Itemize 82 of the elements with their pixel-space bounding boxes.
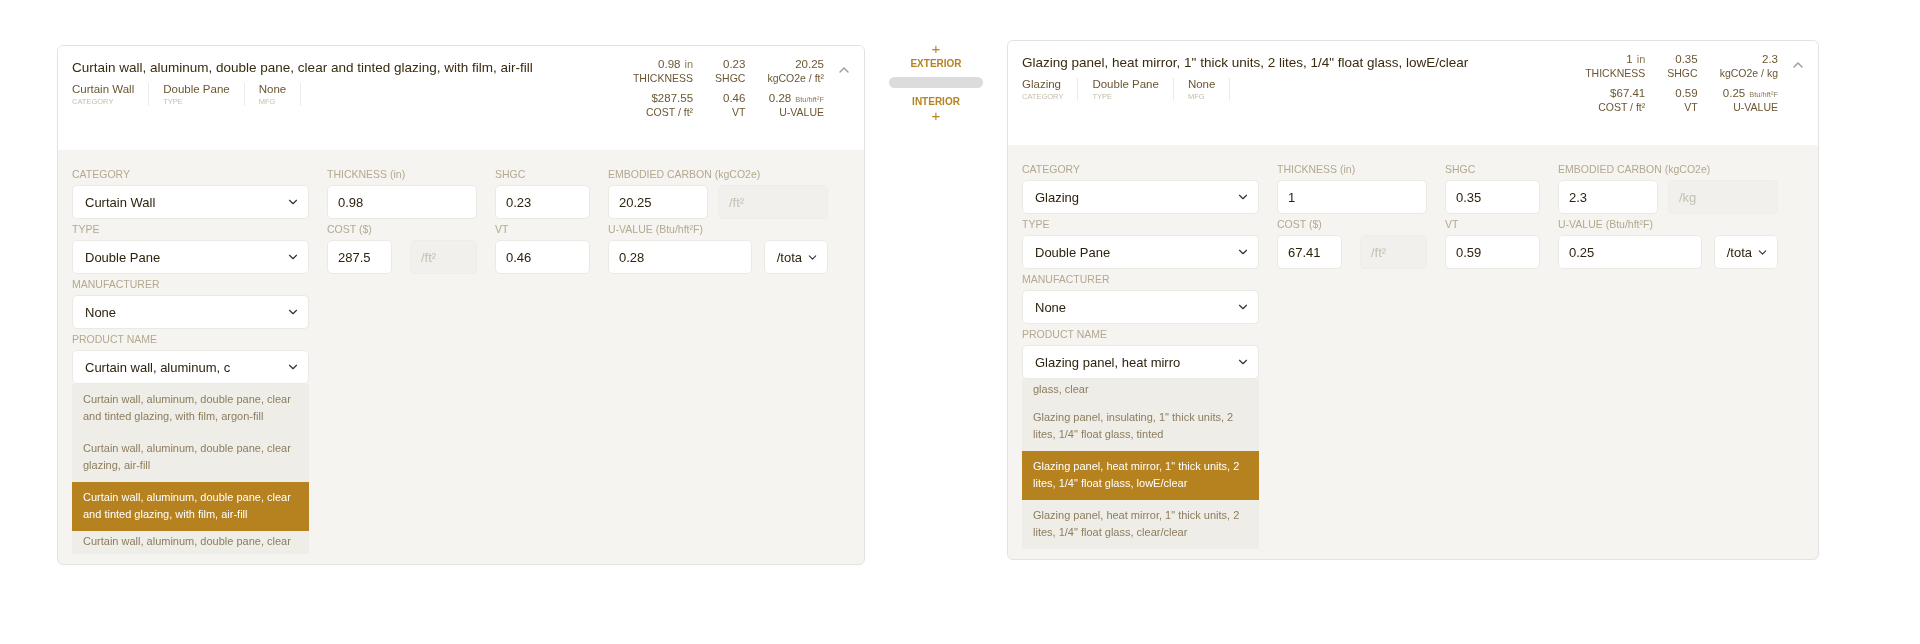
input-field[interactable]: 2.3	[1558, 180, 1658, 214]
dropdown-option[interactable]: glass, clear	[1022, 379, 1259, 402]
field-label: VT	[1445, 218, 1460, 230]
dropdown[interactable]: Glazing panel, heat mirro	[1022, 345, 1259, 379]
metric-label: SHGC	[715, 72, 746, 84]
unit-dropdown[interactable]: /tota	[1713, 235, 1778, 269]
unit-field: /ft²	[718, 185, 828, 219]
field-label: SHGC	[1445, 163, 1477, 175]
field-label: EMBODIED CARBON (kgCO2e)	[1558, 163, 1712, 175]
field-label: U-VALUE (Btu/hft²F)	[1558, 218, 1654, 230]
metric-value: 0.46	[723, 92, 746, 104]
unit-field: /kg	[1668, 180, 1778, 214]
field-label: CATEGORY	[72, 168, 131, 180]
field-label: THICKNESS (in)	[1277, 163, 1357, 175]
dropdown-option[interactable]: Glazing panel, insulating, 1" thick units, 2 lites, 1/4" float glass, tinted	[1022, 402, 1259, 451]
metric-value: 2.3	[1762, 53, 1778, 65]
input-field[interactable]: 0.46	[495, 240, 590, 274]
metric-value: 0.59	[1675, 87, 1698, 99]
dropdown[interactable]: Curtain Wall	[72, 185, 309, 219]
input-field[interactable]: 0.98	[327, 185, 477, 219]
metric-label: kgCO2e / kg	[1719, 67, 1778, 79]
dropdown[interactable]: None	[1022, 290, 1259, 324]
metric-label: COST / ft²	[1598, 101, 1646, 113]
dropdown[interactable]: Double Pane	[72, 240, 309, 274]
metric-label: U-VALUE	[779, 106, 824, 118]
input-field[interactable]: 20.25	[608, 185, 708, 219]
field-label: MANUFACTURER	[1022, 273, 1111, 285]
field-label: PRODUCT NAME	[1022, 328, 1108, 340]
tag-value: None	[1187, 78, 1216, 90]
metric-label: VT	[731, 106, 746, 118]
metric-value: 0.35	[1675, 53, 1698, 65]
field-label: VT	[495, 223, 510, 235]
metric-label: VT	[1684, 101, 1698, 113]
field-label: CATEGORY	[1022, 163, 1081, 175]
tag-value: None	[258, 83, 287, 95]
field-label: COST ($)	[1277, 218, 1323, 230]
field-label: TYPE	[72, 223, 101, 235]
unit-field: /ft²	[1360, 235, 1427, 269]
metric-label: U-VALUE	[1733, 101, 1778, 113]
field-label: THICKNESS (in)	[327, 168, 407, 180]
dropdown[interactable]: Double Pane	[1022, 235, 1259, 269]
input-field[interactable]: 287.5	[327, 240, 392, 274]
metric-label: THICKNESS	[1585, 67, 1646, 79]
input-field[interactable]: 0.23	[495, 185, 590, 219]
tag-value: Double Pane	[1092, 78, 1159, 90]
unit-dropdown[interactable]: /tota	[763, 240, 828, 274]
field-label: EMBODIED CARBON (kgCO2e)	[608, 168, 762, 180]
card-title: Curtain wall, aluminum, double pane, clear and tinted glazing, with film, air-fill	[72, 59, 534, 75]
field-label: COST ($)	[327, 223, 373, 235]
input-field[interactable]: 0.59	[1445, 235, 1540, 269]
dropdown-option[interactable]: Curtain wall, aluminum, double pane, clear glazing, air-fill	[72, 433, 309, 482]
dropdown-option[interactable]: Curtain wall, aluminum, double pane, clear and tinted glazing, with film, argon-fill	[72, 384, 309, 433]
metric-label: kgCO2e / ft²	[767, 72, 824, 84]
field-label: PRODUCT NAME	[72, 333, 158, 345]
input-field[interactable]: 67.41	[1277, 235, 1342, 269]
field-label: U-VALUE (Btu/hft²F)	[608, 223, 704, 235]
input-field[interactable]: 0.25	[1558, 235, 1702, 269]
input-field[interactable]: 0.28	[608, 240, 752, 274]
tag-value: Double Pane	[163, 83, 230, 95]
tag-value: Curtain Wall	[72, 83, 135, 95]
input-field[interactable]: 1	[1277, 180, 1427, 214]
unit-field: /ft²	[410, 240, 477, 274]
input-field[interactable]: 0.35	[1445, 180, 1540, 214]
dropdown[interactable]: Curtain wall, aluminum, c	[72, 350, 309, 384]
dropdown-option[interactable]: Curtain wall, aluminum, double pane, clear	[72, 531, 309, 554]
dropdown[interactable]: None	[72, 295, 309, 329]
field-label: MANUFACTURER	[72, 278, 161, 290]
metric-label: SHGC	[1667, 67, 1698, 79]
card-title: Glazing panel, heat mirror, 1" thick units, 2 lites, 1/4" float glass, lowE/clear	[1022, 54, 1470, 70]
metric-label: COST / ft²	[646, 106, 694, 118]
metric-value: 20.25	[795, 58, 824, 70]
dropdown-option[interactable]: Glazing panel, heat mirror, 1" thick units, 2 lites, 1/4" float glass, clear/clear	[1022, 500, 1259, 549]
field-label: TYPE	[1022, 218, 1051, 230]
metric-value: 0.98 in	[658, 58, 694, 70]
metric-value: 0.23	[723, 58, 746, 70]
metric-value: 1 in	[1626, 53, 1646, 65]
field-label: SHGC	[495, 168, 527, 180]
tag-value: Glazing	[1022, 78, 1062, 90]
metric-value: $287.55	[651, 92, 694, 104]
metric-value: $67.41	[1610, 87, 1646, 99]
dropdown[interactable]: Glazing	[1022, 180, 1259, 214]
metric-label: THICKNESS	[632, 72, 694, 84]
